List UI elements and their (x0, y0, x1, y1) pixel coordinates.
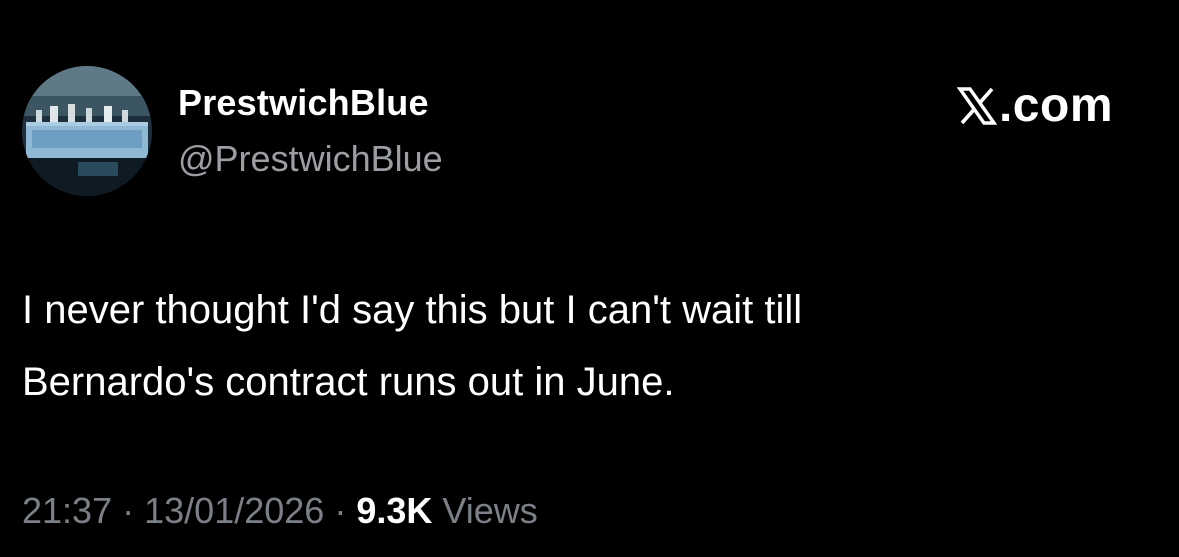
meta-separator: · (334, 490, 347, 531)
meta-separator: · (122, 490, 135, 531)
tweet-text-line: I never thought I'd say this but I can't… (22, 288, 803, 332)
tweet-meta: 21:37 · 13/01/2026 · 9.3K Views (22, 490, 538, 532)
avatar-image (22, 66, 152, 196)
profile-avatar-icon[interactable] (22, 66, 152, 196)
tweet-text: I never thought I'd say this but I can't… (22, 274, 1142, 418)
tweet-date[interactable]: 13/01/2026 (144, 490, 324, 531)
views-label: Views (442, 490, 538, 531)
views-count: 9.3K (356, 490, 433, 531)
tweet-text-line: Bernardo's contract runs out in June. (22, 360, 675, 404)
tweet-card: PrestwichBlue @PrestwichBlue .com I neve… (0, 0, 1179, 557)
brand-label: .com (998, 79, 1113, 132)
author-display-name[interactable]: PrestwichBlue (178, 82, 429, 124)
x-logo-icon (956, 86, 997, 125)
author-handle[interactable]: @PrestwichBlue (178, 138, 443, 180)
tweet-time[interactable]: 21:37 (22, 490, 112, 531)
x-brand: .com (956, 78, 1113, 133)
